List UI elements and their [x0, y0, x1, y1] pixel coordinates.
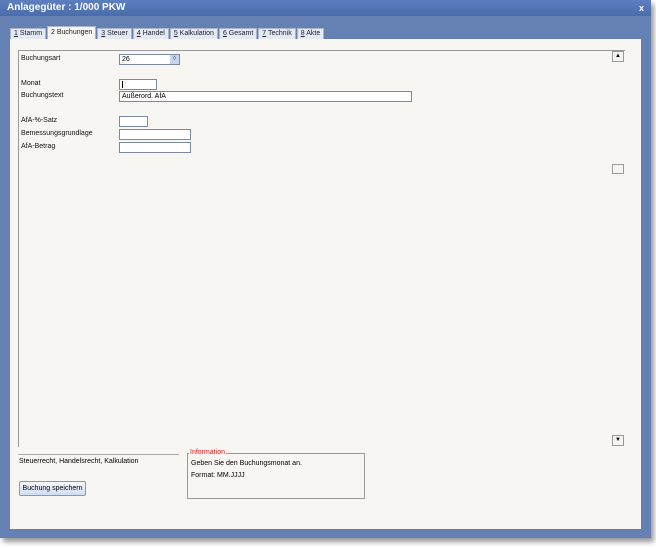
spinner-icon[interactable]: ◊ — [170, 55, 179, 64]
tab-bar: 1 Stamm 2 Buchungen 3 Steuer 4 Handel 5 … — [10, 26, 325, 39]
window-title: Anlagegüter : 1/000 PKW — [7, 2, 126, 13]
info-line-1: Geben Sie den Buchungsmonat an. — [191, 460, 302, 467]
tab-buchungen[interactable]: 2 Buchungen — [47, 26, 97, 39]
information-title: Information — [189, 449, 227, 456]
tab-stamm[interactable]: 1 Stamm — [10, 28, 47, 39]
afa-satz-label: AfA-%-Satz — [21, 117, 58, 124]
monat-label: Monat — [21, 80, 41, 87]
tab-gesamt[interactable]: 6 Gesamt — [218, 28, 258, 39]
scroll-down-icon[interactable]: ▼ — [612, 435, 624, 446]
monat-input[interactable] — [119, 79, 157, 90]
save-booking-button[interactable]: Buchung speichern — [19, 481, 86, 496]
buchungstext-label: Buchungstext — [21, 92, 64, 99]
afa-betrag-label: AfA-Betrag — [21, 143, 56, 150]
bemessung-input[interactable] — [119, 129, 191, 140]
bemessung-label: Bemessungsgrundlage — [21, 130, 93, 137]
title-bar: Anlagegüter : 1/000 PKW x — [0, 0, 651, 16]
afa-betrag-input[interactable] — [119, 142, 191, 153]
booking-form: Buchungsart 26 ◊ Monat Buchungstext Außer… — [18, 50, 625, 447]
tab-steuer[interactable]: 3 Steuer — [97, 28, 132, 39]
scroll-up-icon[interactable]: ▲ — [612, 51, 624, 62]
close-icon[interactable]: x — [639, 0, 644, 16]
tab-kalkulation[interactable]: 5 Kalkulation — [169, 28, 218, 39]
tab-handel[interactable]: 4 Handel — [132, 28, 169, 39]
afa-satz-input[interactable] — [119, 116, 148, 127]
tab-akte[interactable]: 8 Akte — [296, 28, 325, 39]
scroll-thumb[interactable] — [612, 164, 624, 174]
window: Anlagegüter : 1/000 PKW x 1 Stamm 2 Buch… — [0, 0, 651, 538]
buchungsart-label: Buchungsart — [21, 55, 61, 62]
information-box: Information Geben Sie den Buchungsmonat … — [187, 449, 365, 499]
scrollbar[interactable]: ▲ ▼ — [612, 51, 624, 447]
buchungsart-select[interactable]: 26 ◊ — [119, 54, 180, 65]
info-line-2: Format: MM.JJJJ — [191, 472, 245, 479]
tab-panel: Buchungsart 26 ◊ Monat Buchungstext Außer… — [10, 39, 641, 529]
tab-technik[interactable]: 7 Technik — [258, 28, 296, 39]
text-cursor — [122, 80, 123, 88]
law-scope-text: Steuerrecht, Handelsrecht, Kalkulation — [18, 454, 179, 469]
buchungstext-input[interactable]: Außerord. AfA — [119, 91, 412, 102]
